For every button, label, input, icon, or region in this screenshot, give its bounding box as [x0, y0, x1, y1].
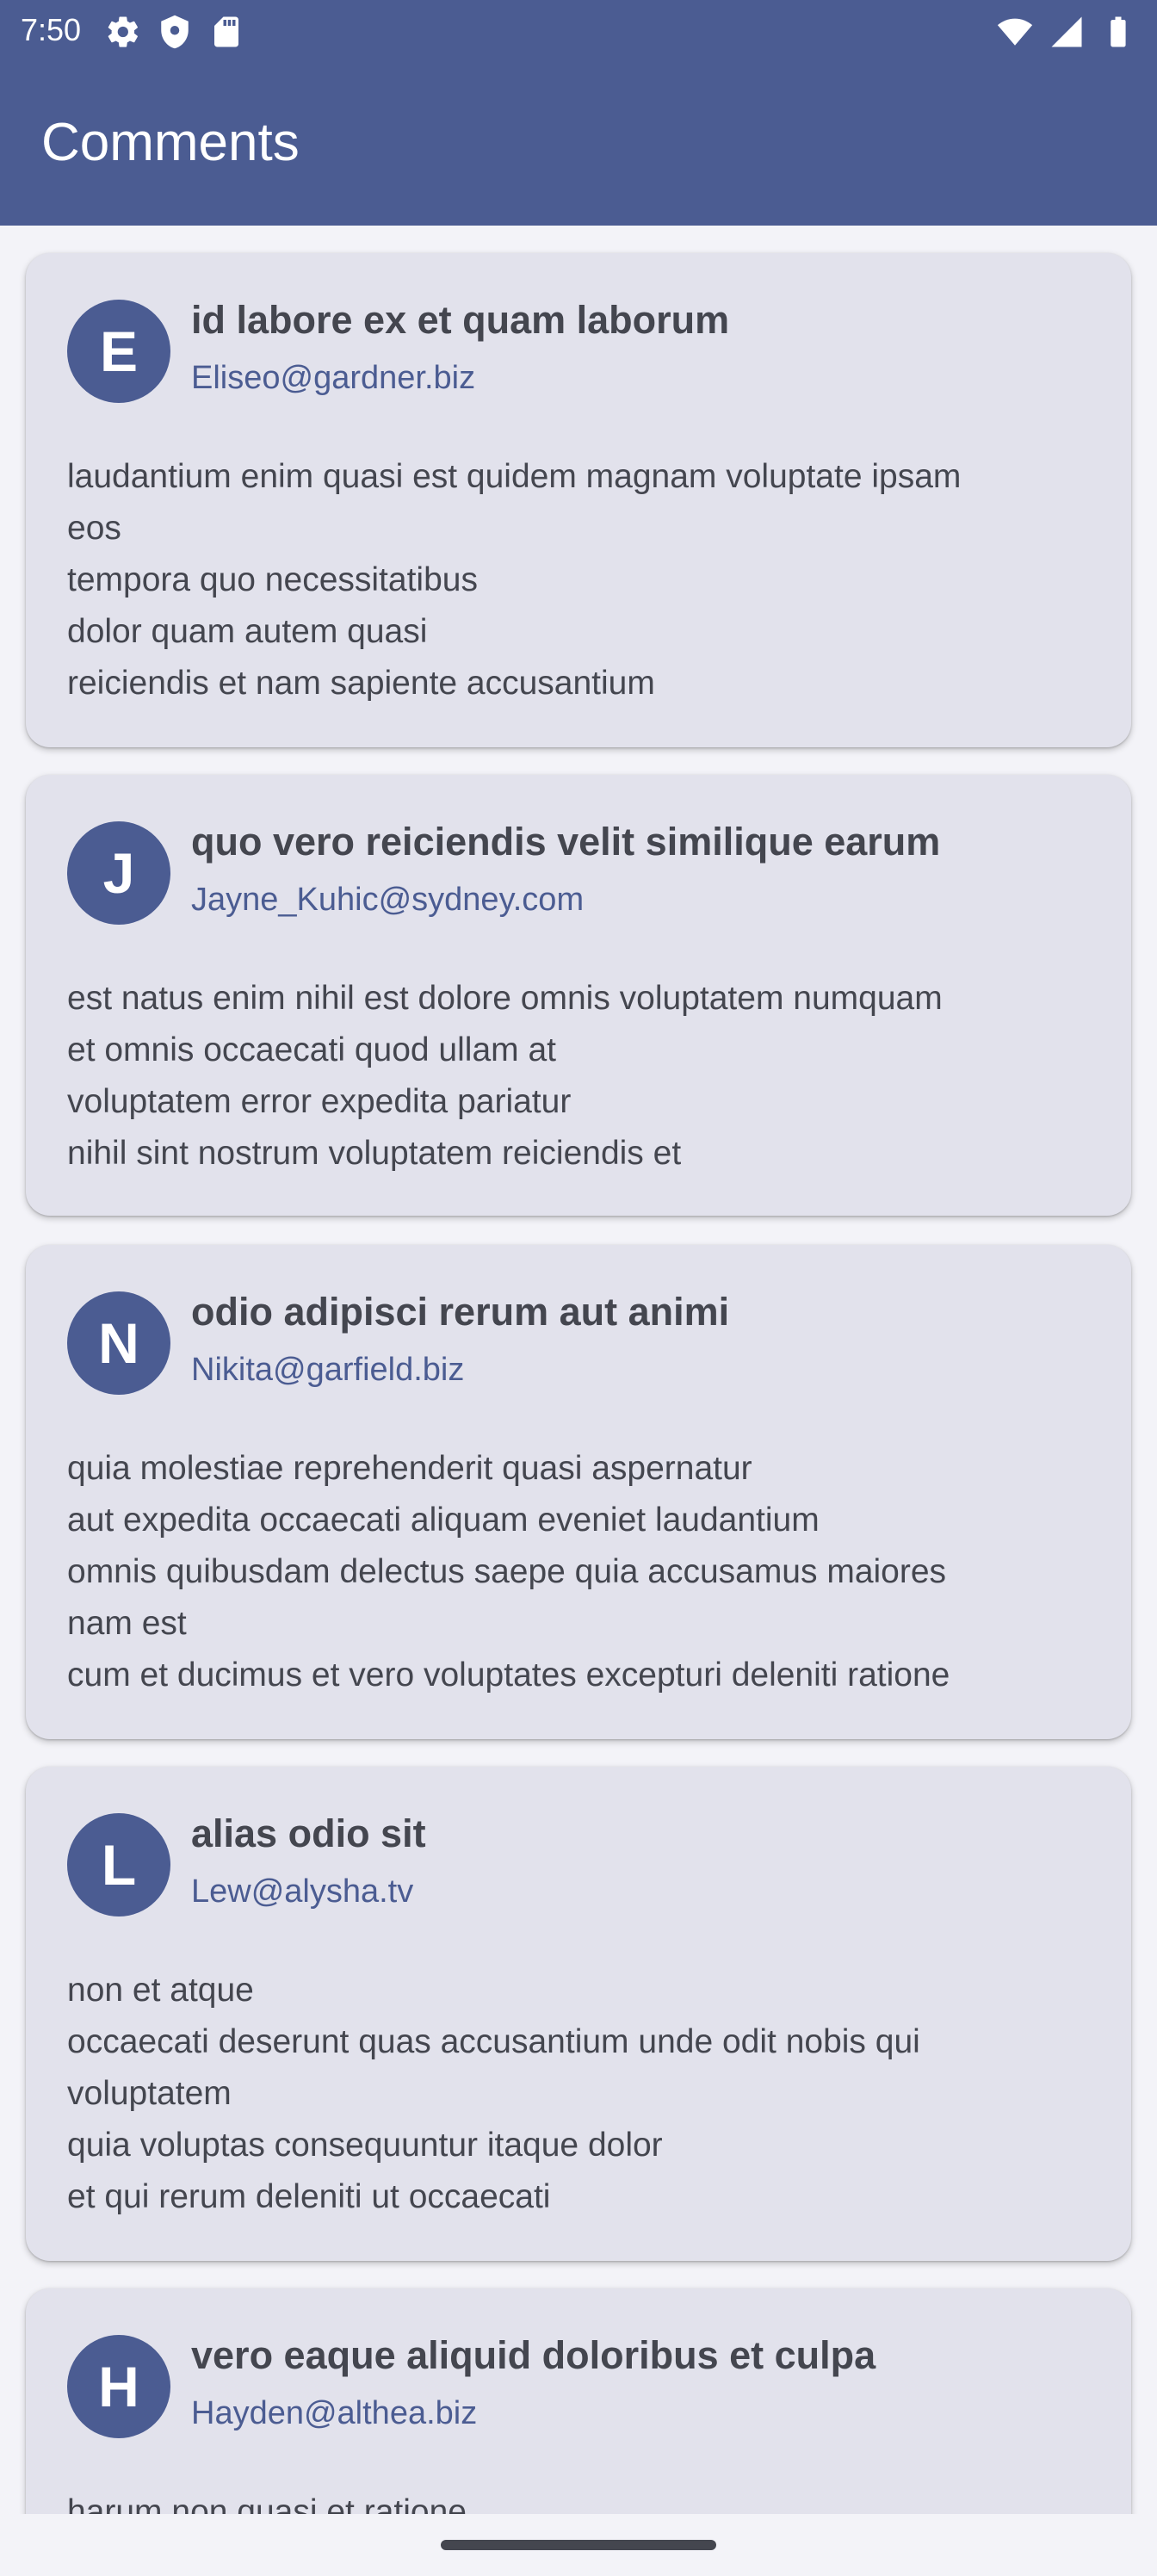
battery-icon [1111, 16, 1126, 47]
avatar: J [67, 821, 170, 925]
avatar: E [67, 300, 170, 403]
top-app-bar: 7:50 Comments [0, 0, 1157, 226]
comment-body: est natus enim nihil est dolore omnis vo… [67, 980, 943, 1172]
comment-title: odio adipisci rerum aut animi [191, 1290, 730, 1334]
comment-card[interactable]: N odio adipisci rerum aut animi Nikita@g… [26, 1245, 1131, 1739]
avatar: L [67, 1813, 170, 1917]
sd-card-icon [214, 16, 238, 47]
comment-email: Jayne_Kuhic@sydney.com [191, 882, 585, 918]
status-bar: 7:50 [0, 0, 1157, 62]
gear-icon [108, 16, 138, 47]
comment-email: Eliseo@gardner.biz [191, 360, 476, 396]
comment-body: quia molestiae reprehenderit quasi asper… [67, 1450, 950, 1694]
comment-email: Hayden@althea.biz [191, 2395, 478, 2431]
wifi-icon [997, 18, 1033, 46]
comments-list[interactable]: E id labore ex et quam laborum Eliseo@ga… [0, 226, 1157, 2514]
shield-icon [161, 15, 189, 49]
gesture-nav-bar [0, 2514, 1157, 2576]
comment-body: laudantium enim quasi est quidem magnam … [67, 458, 962, 702]
comment-card[interactable]: H vero eaque aliquid doloribus et culpa … [26, 2288, 1131, 2514]
comment-email: Nikita@garfield.biz [191, 1352, 465, 1388]
avatar: N [67, 1291, 170, 1395]
comment-title: alias odio sit [191, 1811, 426, 1855]
comment-body: harum non quasi et ratione [67, 2493, 467, 2514]
comment-card[interactable]: J quo vero reiciendis velit similique ea… [26, 775, 1131, 1216]
status-time: 7:50 [21, 12, 82, 47]
comment-body: non et atque occaecati deserunt quas acc… [67, 1972, 920, 2215]
comment-card[interactable]: L alias odio sit Lew@alysha.tv non et at… [26, 1767, 1131, 2261]
comment-title: vero eaque aliquid doloribus et culpa [191, 2333, 876, 2377]
home-gesture-handle[interactable] [441, 2540, 716, 2550]
avatar: H [67, 2335, 170, 2438]
signal-icon [1051, 16, 1082, 47]
comment-title: id labore ex et quam laborum [191, 298, 730, 342]
status-left-icons [105, 14, 244, 50]
comment-title: quo vero reiciendis velit similique earu… [191, 820, 941, 864]
comment-card[interactable]: E id labore ex et quam laborum Eliseo@ga… [26, 253, 1131, 747]
comment-email: Lew@alysha.tv [191, 1873, 414, 1910]
status-right-icons [997, 14, 1136, 50]
page-title: Comments [41, 113, 300, 172]
